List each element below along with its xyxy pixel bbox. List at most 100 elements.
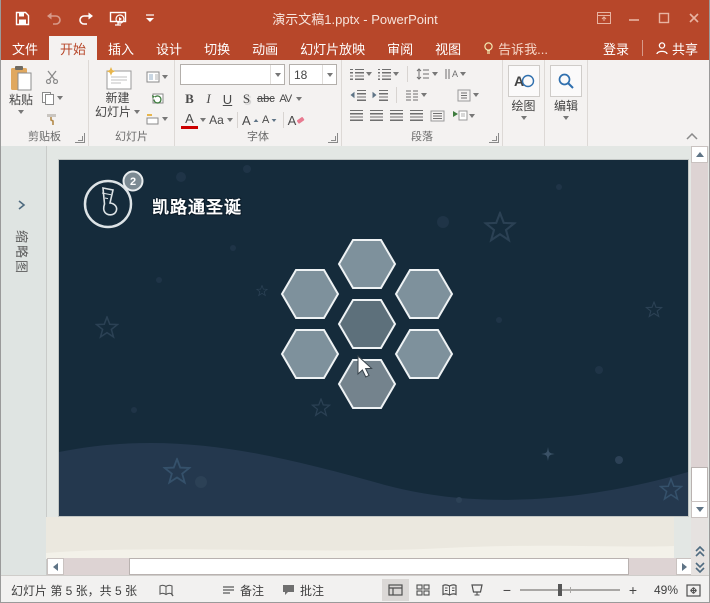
strikethrough-button[interactable]: abc (257, 90, 275, 108)
tab-view[interactable]: 视图 (424, 36, 472, 60)
share-button[interactable]: 共享 (645, 36, 709, 60)
scroll-left-button[interactable] (47, 558, 64, 575)
collapse-ribbon-button[interactable] (685, 132, 699, 142)
normal-view-button[interactable] (382, 579, 409, 601)
copy-caret-icon[interactable] (57, 96, 63, 100)
zoom-out-button[interactable]: − (500, 582, 514, 598)
previous-slide-button[interactable] (692, 544, 707, 558)
zoom-level[interactable]: 49% (650, 583, 678, 597)
shrink-font-button[interactable]: A (262, 111, 279, 129)
slide-title-text[interactable]: 凯路通圣诞 (152, 193, 242, 218)
start-slideshow-icon[interactable] (109, 9, 127, 27)
font-dialog-launcher[interactable] (328, 133, 338, 143)
scroll-down-button[interactable] (691, 501, 708, 518)
columns-button[interactable] (405, 90, 427, 101)
hexagon-lower-left[interactable] (282, 330, 338, 378)
tab-insert[interactable]: 插入 (97, 36, 145, 60)
zoom-in-button[interactable]: + (626, 582, 640, 598)
reset-slide-button[interactable] (146, 89, 168, 106)
minimize-button[interactable] (619, 0, 649, 36)
slide-sorter-view-button[interactable] (409, 579, 436, 601)
expand-thumbnails-icon[interactable] (15, 198, 29, 212)
hexagon-upper-left[interactable] (282, 270, 338, 318)
section-button[interactable] (146, 110, 168, 127)
stocking-logo[interactable]: 2 (85, 172, 143, 228)
underline-button[interactable]: U (219, 90, 236, 108)
tab-tell-me[interactable]: 告诉我... (472, 36, 559, 60)
redo-icon[interactable] (77, 9, 95, 27)
tab-review[interactable]: 审阅 (376, 36, 424, 60)
proofing-icon[interactable] (159, 584, 174, 597)
next-slide-button[interactable] (692, 560, 707, 574)
notes-button[interactable]: 备注 (222, 582, 264, 599)
editing-button[interactable]: 编辑 (545, 60, 587, 120)
format-painter-button[interactable] (41, 110, 63, 127)
layout-caret-icon[interactable] (162, 75, 168, 79)
zoom-slider[interactable] (520, 589, 620, 591)
text-shadow-button[interactable]: S (238, 90, 255, 108)
close-button[interactable] (679, 0, 709, 36)
slide-layout-button[interactable] (146, 68, 168, 85)
horizontal-scrollbar[interactable] (47, 558, 693, 575)
vertical-scroll-track[interactable] (691, 163, 708, 518)
new-slide-button[interactable]: 新建 幻灯片 (95, 65, 140, 127)
scroll-up-button[interactable] (691, 146, 708, 163)
maximize-button[interactable] (649, 0, 679, 36)
align-center-button[interactable] (370, 110, 383, 121)
character-spacing-caret-icon[interactable] (296, 97, 302, 101)
align-right-button[interactable] (390, 110, 403, 121)
decrease-indent-button[interactable] (350, 90, 366, 101)
hexagon-upper-right[interactable] (396, 270, 452, 318)
copy-button[interactable] (41, 89, 63, 106)
character-spacing-button[interactable]: AV (277, 90, 294, 108)
paragraph-dialog-launcher[interactable] (489, 133, 499, 143)
paste-caret-icon[interactable] (18, 110, 24, 114)
fit-to-window-button[interactable] (686, 584, 701, 597)
font-size-combo[interactable]: 18 (289, 64, 337, 85)
tab-home[interactable]: 开始 (49, 36, 97, 60)
bold-button[interactable]: B (181, 90, 198, 108)
vertical-scrollbar[interactable] (691, 146, 708, 575)
line-spacing-button[interactable] (416, 68, 438, 80)
numbering-button[interactable] (378, 69, 399, 80)
tab-design[interactable]: 设计 (145, 36, 193, 60)
justify-button[interactable] (410, 110, 423, 121)
font-color-caret-icon[interactable] (200, 118, 206, 122)
ribbon-display-options-icon[interactable] (589, 0, 619, 36)
align-text-button[interactable] (457, 89, 479, 102)
hexagon-lower-right[interactable] (396, 330, 452, 378)
distribute-button[interactable] (430, 110, 445, 122)
convert-smartart-button[interactable] (452, 109, 475, 122)
tab-animations[interactable]: 动画 (241, 36, 289, 60)
increase-indent-button[interactable] (372, 90, 388, 101)
hexagon-top[interactable] (339, 240, 395, 288)
cut-button[interactable] (41, 68, 63, 85)
thumbnail-pane-collapsed[interactable]: 缩略图 (1, 146, 47, 575)
font-size-caret-icon[interactable] (322, 65, 336, 84)
grow-font-button[interactable]: A (242, 111, 260, 129)
tab-transitions[interactable]: 切换 (193, 36, 241, 60)
bullets-button[interactable] (350, 69, 372, 80)
reading-view-button[interactable] (436, 579, 463, 601)
clipboard-dialog-launcher[interactable] (75, 133, 85, 143)
slide-canvas[interactable]: 2 凯路通圣诞 (59, 160, 688, 516)
tab-file[interactable]: 文件 (1, 36, 49, 60)
horizontal-scroll-thumb[interactable] (129, 558, 629, 575)
customize-qat-icon[interactable] (141, 9, 159, 27)
font-name-combo[interactable] (180, 64, 285, 85)
change-case-caret-icon[interactable] (227, 118, 233, 122)
save-icon[interactable] (13, 9, 31, 27)
slideshow-view-button[interactable] (463, 579, 490, 601)
clear-formatting-button[interactable]: A (288, 111, 306, 129)
drawing-button[interactable]: A 绘图 (503, 60, 544, 120)
paste-button[interactable]: 粘贴 (9, 65, 33, 127)
change-case-button[interactable]: Aa (208, 111, 225, 129)
align-left-button[interactable] (350, 110, 363, 121)
slide-indicator[interactable]: 幻灯片 第 5 张，共 5 张 (1, 582, 137, 599)
section-caret-icon[interactable] (162, 117, 168, 121)
font-color-button[interactable]: A (181, 111, 198, 129)
comments-button[interactable]: 批注 (282, 582, 324, 599)
sign-in-button[interactable]: 登录 (592, 36, 640, 60)
text-direction-button[interactable]: A (444, 68, 466, 80)
tab-slideshow[interactable]: 幻灯片放映 (289, 36, 376, 60)
